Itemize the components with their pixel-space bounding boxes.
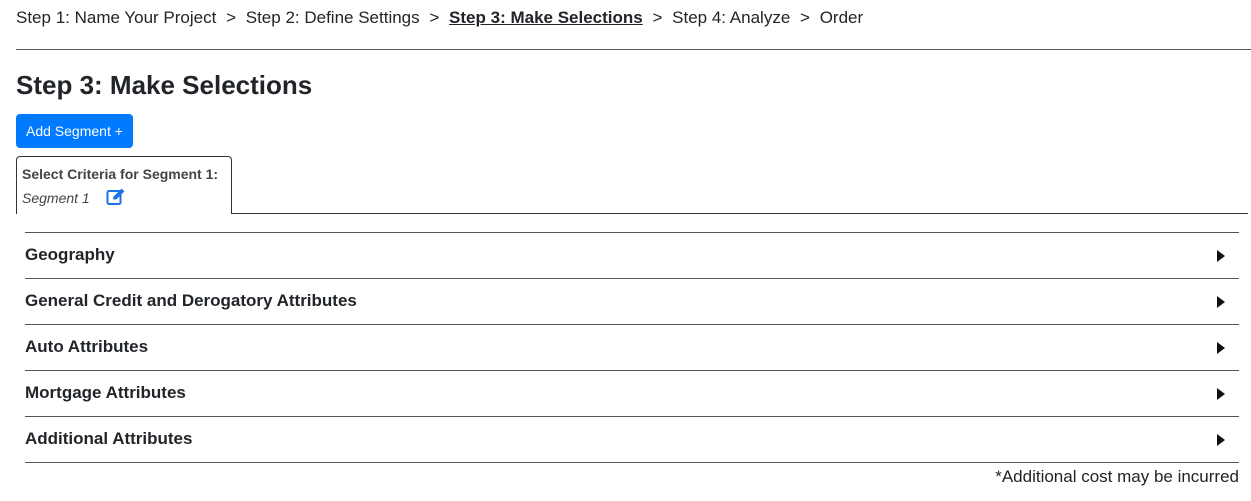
additional-cost-footnote: *Additional cost may be incurred [995,467,1239,486]
breadcrumb-step-4[interactable]: Step 4: Analyze [672,8,790,27]
caret-right-icon [1217,388,1225,400]
breadcrumb-step-3-current[interactable]: Step 3: Make Selections [449,8,643,27]
accordion-label: Mortgage Attributes [25,383,186,402]
page-title: Step 3: Make Selections [16,70,313,100]
breadcrumb: Step 1: Name Your Project > Step 2: Defi… [16,7,863,29]
segment-tab-title: Select Criteria for Segment 1: [22,166,219,182]
breadcrumb-separator: > [800,8,810,27]
edit-icon[interactable] [106,188,126,206]
breadcrumb-separator: > [226,8,237,27]
accordion-label: Additional Attributes [25,429,193,448]
segment-name: Segment 1 [22,190,90,206]
add-segment-button[interactable]: Add Segment + [16,114,133,148]
accordion-label: Geography [25,245,115,264]
accordion-auto-attributes[interactable]: Auto Attributes [25,324,1239,370]
accordion-geography[interactable]: Geography [25,232,1239,278]
caret-right-icon [1217,342,1225,354]
criteria-accordion: Geography General Credit and Derogatory … [25,232,1239,463]
accordion-label: General Credit and Derogatory Attributes [25,291,357,310]
accordion-additional-attributes[interactable]: Additional Attributes [25,416,1239,463]
breadcrumb-step-1[interactable]: Step 1: Name Your Project [16,8,216,27]
caret-right-icon [1217,434,1225,446]
segment-tab-1[interactable]: Select Criteria for Segment 1: Segment 1 [16,156,232,214]
header-divider [16,49,1251,50]
breadcrumb-separator: > [429,8,440,27]
caret-right-icon [1217,296,1225,308]
accordion-label: Auto Attributes [25,337,149,356]
caret-right-icon [1217,250,1225,262]
breadcrumb-separator: > [652,8,663,27]
accordion-mortgage-attributes[interactable]: Mortgage Attributes [25,370,1239,416]
breadcrumb-order[interactable]: Order [820,8,863,27]
accordion-general-credit[interactable]: General Credit and Derogatory Attributes [25,278,1239,324]
breadcrumb-step-2[interactable]: Step 2: Define Settings [246,8,420,27]
